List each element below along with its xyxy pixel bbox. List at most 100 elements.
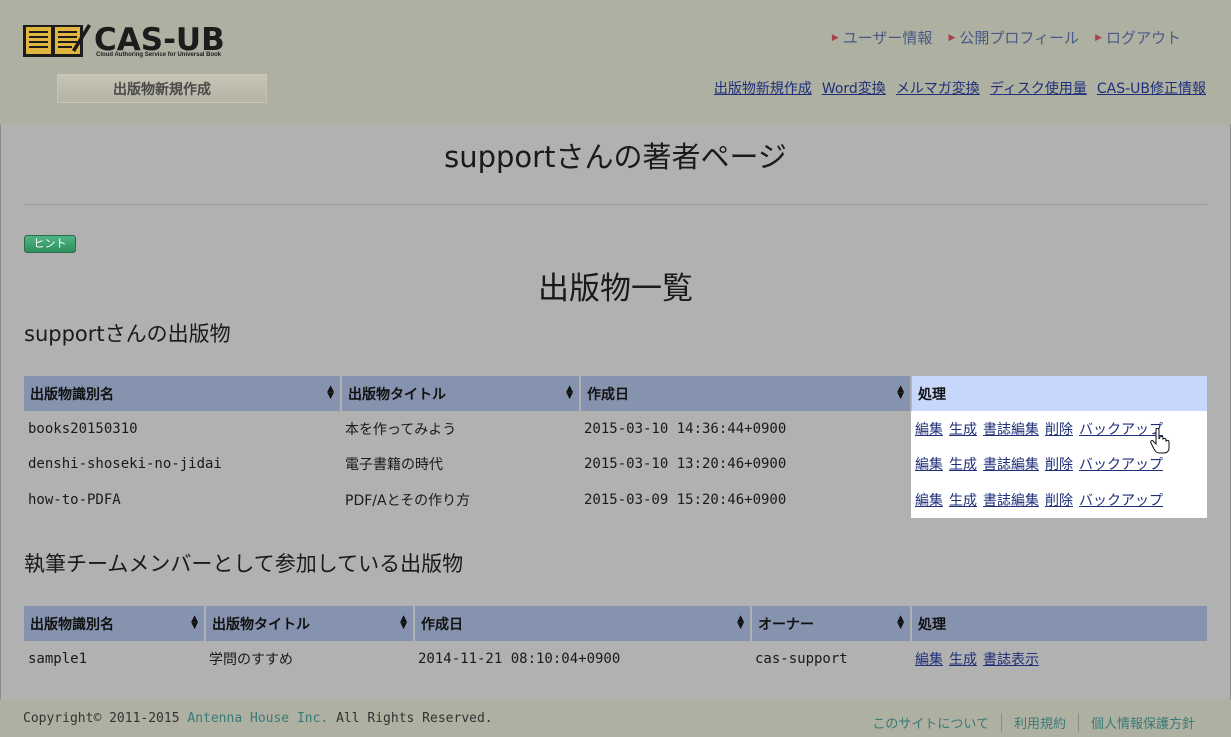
column-header-date[interactable]: 作成日 ▲ ▼	[414, 606, 752, 641]
header-label: 出版物タイトル	[212, 616, 310, 633]
column-header-date[interactable]: 作成日 ▲ ▼	[580, 376, 912, 411]
footer: Copyright© 2011-2015 Antenna House Inc. …	[0, 700, 1231, 737]
privacy-policy-link[interactable]: 個人情報保護方針	[1077, 713, 1207, 732]
hint-button[interactable]: ヒント	[24, 235, 76, 253]
public-profile-link[interactable]: ▶ 公開プロフィール	[948, 27, 1079, 48]
edit-bibliography-link[interactable]: 書誌編集	[983, 493, 1039, 509]
delete-link[interactable]: 削除	[1045, 422, 1073, 438]
header-label: 出版物識別名	[30, 386, 114, 403]
publication-title: 本を作ってみよう	[345, 421, 457, 438]
nav-new-publication[interactable]: 出版物新規作成	[714, 78, 812, 98]
nav-links: 出版物新規作成 Word変換 メルマガ変換 ディスク使用量 CAS-UB修正情報	[714, 78, 1206, 98]
edit-link[interactable]: 編集	[915, 652, 943, 668]
table-row: denshi-shoseki-no-jidai 電子書籍の時代 2015-03-…	[24, 446, 1207, 482]
publication-id: books20150310	[28, 420, 138, 437]
backup-link[interactable]: バックアップ	[1079, 493, 1163, 509]
triangle-bullet-icon: ▶	[831, 32, 839, 43]
edit-link[interactable]: 編集	[915, 422, 943, 438]
header-label: 処理	[918, 616, 946, 633]
sort-icon: ▲ ▼	[566, 384, 573, 401]
nav-casub-updates[interactable]: CAS-UB修正情報	[1097, 78, 1206, 98]
column-header-actions: 処理	[911, 376, 1207, 411]
sort-icon: ▲ ▼	[897, 384, 904, 401]
created-date: 2015-03-09 15:20:46+0900	[584, 491, 787, 508]
header-label: 出版物識別名	[30, 616, 114, 633]
divider	[24, 204, 1207, 205]
triangle-bullet-icon: ▶	[948, 32, 956, 43]
logout-label: ログアウト	[1105, 29, 1181, 47]
delete-link[interactable]: 削除	[1045, 493, 1073, 509]
created-date: 2015-03-10 14:36:44+0900	[584, 420, 787, 437]
generate-link[interactable]: 生成	[949, 422, 977, 438]
triangle-bullet-icon: ▶	[1095, 32, 1102, 43]
nav-disk-usage[interactable]: ディスク使用量	[990, 78, 1087, 98]
header-label: 出版物タイトル	[348, 386, 446, 403]
logo[interactable]: CAS-UB Cloud Authoring Service for Unive…	[22, 20, 232, 62]
sort-icon: ▲ ▼	[897, 614, 904, 631]
publication-title: PDF/Aとその作り方	[345, 492, 471, 509]
copyright: Copyright© 2011-2015 Antenna House Inc. …	[23, 711, 493, 726]
created-date: 2014-11-21 08:10:04+0900	[418, 650, 621, 667]
hand-cursor-icon	[1150, 428, 1170, 454]
view-bibliography-link[interactable]: 書誌表示	[983, 652, 1039, 668]
column-header-title[interactable]: 出版物タイトル ▲ ▼	[205, 606, 415, 641]
table-row: books20150310 本を作ってみよう 2015-03-10 14:36:…	[24, 411, 1207, 447]
header-label: オーナー	[758, 616, 814, 633]
user-info-link[interactable]: ▶ ユーザー情報	[832, 27, 933, 48]
header-label: 作成日	[587, 386, 629, 403]
page-title: supportさんの著者ページ	[444, 140, 787, 174]
user-info-label: ユーザー情報	[842, 29, 933, 47]
public-profile-label: 公開プロフィール	[959, 29, 1080, 47]
own-publications-table: 出版物識別名 ▲ ▼ 出版物タイトル ▲ ▼ 作成日 ▲ ▼ 処理 books2015031…	[24, 376, 1207, 518]
user-menu: ▶ ユーザー情報 ▶ 公開プロフィール ▶ ログアウト	[832, 27, 1181, 48]
terms-link[interactable]: 利用規約	[1000, 713, 1078, 732]
publication-id: denshi-shoseki-no-jidai	[28, 456, 222, 473]
generate-link[interactable]: 生成	[949, 493, 977, 509]
row-actions: 編集 生成 書誌表示	[911, 641, 1207, 677]
delete-link[interactable]: 削除	[1045, 457, 1073, 473]
new-publication-button[interactable]: 出版物新規作成	[57, 74, 267, 103]
team-publications-table: 出版物識別名 ▲ ▼ 出版物タイトル ▲ ▼ 作成日 ▲ ▼ オーナー ▲ ▼ 処理 sampl…	[24, 606, 1207, 677]
publication-id: how-to-PDFA	[28, 491, 121, 508]
column-header-owner[interactable]: オーナー ▲ ▼	[751, 606, 912, 641]
nav-word-convert[interactable]: Word変換	[822, 78, 886, 98]
book-logo-icon	[23, 24, 91, 57]
publication-title: 電子書籍の時代	[345, 457, 443, 474]
logo-tagline: Cloud Authoring Service for Universal Bo…	[96, 52, 222, 58]
table-row: how-to-PDFA PDF/Aとその作り方 2015-03-09 15:20…	[24, 482, 1207, 518]
own-publications-title: supportさんの出版物	[24, 322, 231, 346]
table-row: sample1 学問のすすめ 2014-11-21 08:10:04+0900 …	[24, 641, 1207, 677]
column-header-actions: 処理	[911, 606, 1207, 641]
column-header-id[interactable]: 出版物識別名 ▲ ▼	[24, 606, 206, 641]
header-label: 作成日	[421, 616, 463, 633]
team-publications-title: 執筆チームメンバーとして参加している出版物	[24, 552, 464, 576]
publication-list-title: 出版物一覧	[538, 271, 693, 307]
footer-links: このサイトについて 利用規約 個人情報保護方針	[860, 713, 1207, 732]
column-header-id[interactable]: 出版物識別名 ▲ ▼	[24, 376, 342, 411]
about-site-link[interactable]: このサイトについて	[860, 713, 1001, 732]
generate-link[interactable]: 生成	[949, 652, 977, 668]
header-label: 処理	[918, 386, 946, 403]
header: CAS-UB Cloud Authoring Service for Unive…	[0, 0, 1231, 124]
edit-bibliography-link[interactable]: 書誌編集	[983, 457, 1039, 473]
sort-icon: ▲ ▼	[400, 614, 407, 631]
publication-title: 学問のすすめ	[209, 651, 293, 668]
edit-link[interactable]: 編集	[915, 493, 943, 509]
publication-id: sample1	[28, 650, 88, 667]
created-date: 2015-03-10 13:20:46+0900	[584, 456, 787, 473]
logout-link[interactable]: ▶ ログアウト	[1095, 27, 1181, 48]
nav-mailmag-convert[interactable]: メルマガ変換	[896, 78, 980, 98]
edit-bibliography-link[interactable]: 書誌編集	[983, 422, 1039, 438]
copyright-prefix: Copyright© 2011-2015	[23, 711, 188, 726]
generate-link[interactable]: 生成	[949, 457, 977, 473]
owner: cas-support	[755, 650, 848, 667]
sort-icon: ▲ ▼	[327, 384, 334, 401]
backup-link[interactable]: バックアップ	[1079, 457, 1163, 473]
sort-icon: ▲ ▼	[191, 614, 198, 631]
copyright-suffix: All Rights Reserved.	[328, 711, 493, 726]
company-link[interactable]: Antenna House Inc.	[187, 711, 328, 726]
column-header-title[interactable]: 出版物タイトル ▲ ▼	[341, 376, 581, 411]
row-actions: 編集 生成 書誌編集 削除 バックアップ	[911, 482, 1207, 518]
edit-link[interactable]: 編集	[915, 457, 943, 473]
sort-icon: ▲ ▼	[737, 614, 744, 631]
